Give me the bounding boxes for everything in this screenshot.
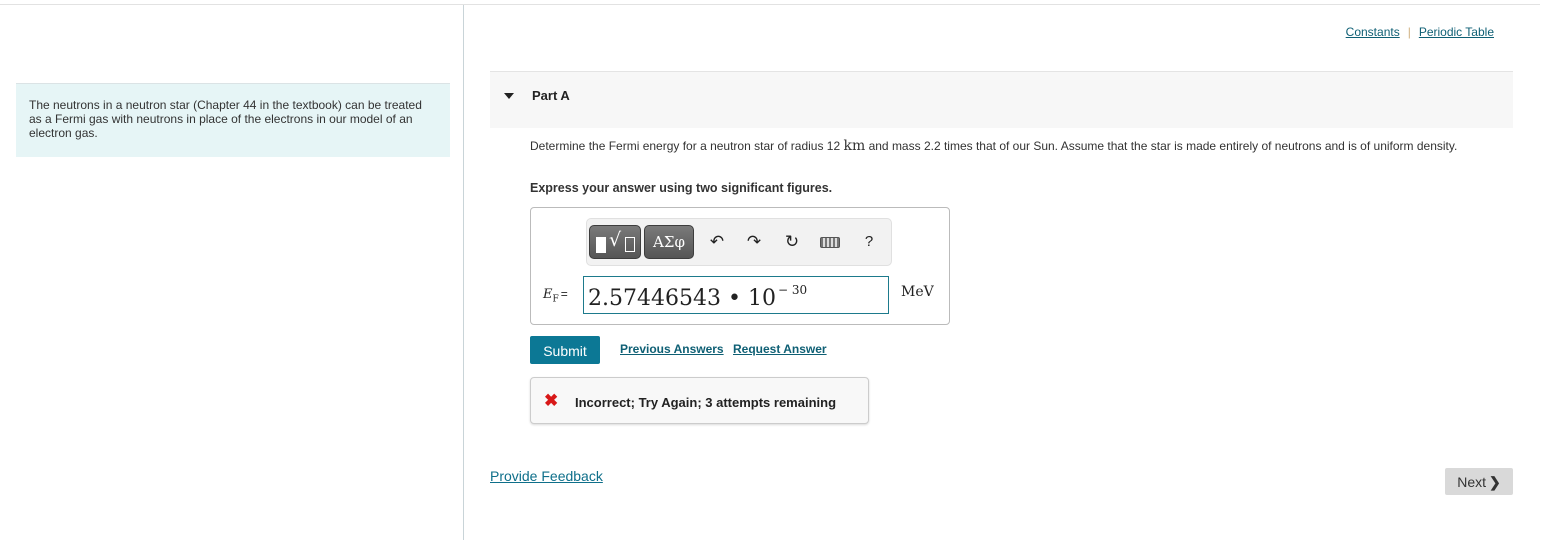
feedback-message-box: ✖ Incorrect; Try Again; 3 attempts remai…: [530, 377, 869, 424]
resource-links: Constants | Periodic Table: [1346, 25, 1494, 39]
math-templates-button[interactable]: √: [589, 225, 641, 259]
answer-exponent: − 30: [777, 283, 808, 297]
undo-icon[interactable]: ↶: [707, 230, 727, 254]
part-a-header[interactable]: Part A: [490, 71, 1513, 128]
panel-divider: [463, 5, 464, 540]
math-toolbar: √ ΑΣφ ↶ ↷ ↻ ?: [586, 218, 892, 266]
answer-unit: MeV: [901, 284, 934, 300]
incorrect-x-icon: ✖: [544, 391, 559, 410]
previous-answers-link[interactable]: Previous Answers: [620, 342, 724, 356]
greek-symbols-button[interactable]: ΑΣφ: [644, 225, 694, 259]
provide-feedback-link[interactable]: Provide Feedback: [490, 468, 603, 484]
math-templates-icon: [596, 237, 606, 253]
answer-box: √ ΑΣφ ↶ ↷ ↻ ? EF = 2.57446543 • 10− 30 Me…: [530, 207, 950, 325]
variable-subscript: F: [552, 294, 559, 305]
keyboard-shortcuts-button[interactable]: [819, 230, 841, 254]
answer-input[interactable]: 2.57446543 • 10− 30: [583, 276, 889, 314]
intro-text: The neutrons in a neutron star (Chapter …: [29, 98, 422, 140]
answer-variable-label: EF =: [543, 287, 568, 305]
triangle-down-icon[interactable]: [504, 93, 514, 99]
keyboard-icon: [820, 237, 840, 248]
constants-link[interactable]: Constants: [1346, 25, 1400, 39]
feedback-message: Incorrect; Try Again; 3 attempts remaini…: [575, 395, 837, 410]
placeholder-box-icon: [625, 237, 635, 252]
reset-icon[interactable]: ↻: [782, 230, 802, 254]
answer-base: 10: [747, 286, 776, 311]
chevron-right-icon: ❯: [1489, 474, 1501, 490]
question-unit: km: [843, 138, 866, 154]
equals-sign: =: [560, 287, 568, 301]
link-separator: |: [1407, 25, 1411, 39]
question-text: Determine the Fermi energy for a neutron…: [530, 139, 1510, 154]
periodic-table-link[interactable]: Periodic Table: [1419, 25, 1494, 39]
request-answer-link[interactable]: Request Answer: [733, 342, 827, 356]
part-title: Part A: [532, 88, 570, 103]
redo-icon[interactable]: ↷: [744, 230, 764, 254]
submit-button[interactable]: Submit: [530, 336, 600, 364]
question-text-end: and mass 2.2 times that of our Sun. Assu…: [865, 139, 1458, 153]
next-button[interactable]: Next ❯: [1445, 468, 1513, 495]
variable-symbol: E: [543, 287, 553, 302]
answer-instruction: Express your answer using two significan…: [530, 181, 833, 195]
intro-panel: The neutrons in a neutron star (Chapter …: [16, 83, 450, 157]
next-label: Next: [1457, 474, 1487, 490]
answer-multiply-dot: •: [727, 286, 741, 311]
answer-mantissa: 2.57446543: [588, 286, 721, 311]
top-rule: [0, 4, 1540, 5]
help-button[interactable]: ?: [859, 230, 879, 254]
radical-icon: √: [609, 229, 622, 251]
question-text-start: Determine the Fermi energy for a neutron…: [530, 139, 844, 153]
